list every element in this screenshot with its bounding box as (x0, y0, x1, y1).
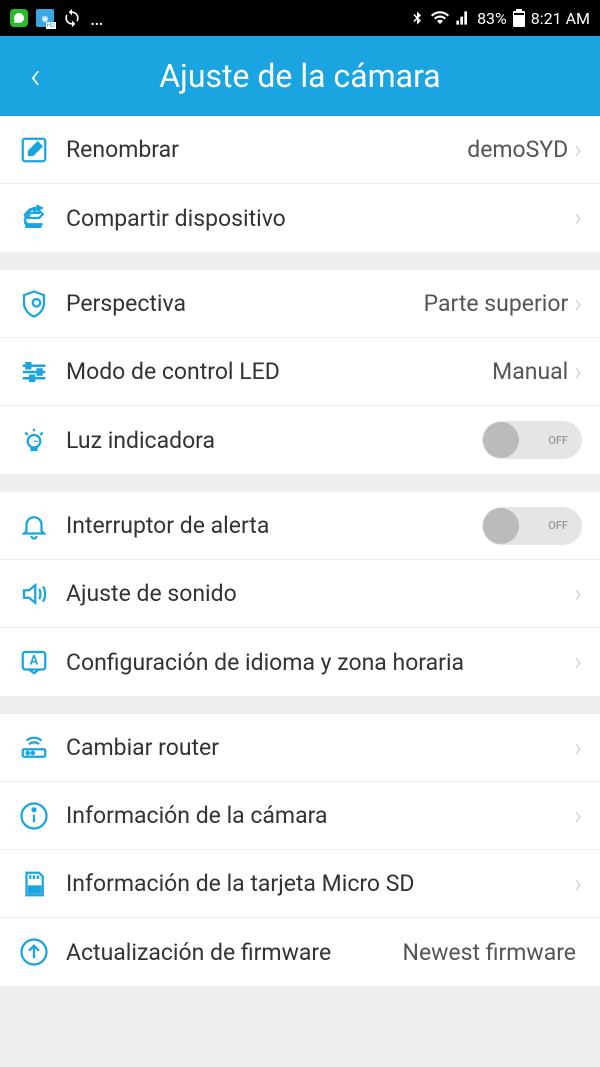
chevron-icon: › (574, 733, 582, 763)
sliders-icon (14, 352, 54, 392)
chevron-icon: › (574, 135, 582, 165)
indicator-toggle[interactable]: OFF (482, 421, 582, 459)
row-led-mode[interactable]: Modo de control LED Manual › (0, 338, 600, 406)
edit-icon (14, 130, 54, 170)
row-share[interactable]: Compartir dispositivo › (0, 184, 600, 252)
led-mode-value: Manual (492, 358, 568, 385)
toggle-knob (483, 508, 519, 544)
row-router[interactable]: Cambiar router › (0, 714, 600, 782)
bell-icon (14, 506, 54, 546)
row-camera-info[interactable]: Información de la cámara › (0, 782, 600, 850)
lightbulb-icon (14, 420, 54, 460)
signal-icon (455, 10, 471, 26)
led-mode-label: Modo de control LED (66, 358, 492, 385)
router-icon (14, 728, 54, 768)
alert-toggle[interactable]: OFF (482, 507, 582, 545)
wifi-icon (431, 9, 449, 27)
rename-label: Renombrar (66, 136, 467, 163)
perspective-label: Perspectiva (66, 290, 424, 317)
perspective-value: Parte superior (424, 290, 569, 317)
chevron-icon: › (574, 801, 582, 831)
sd-info-label: Información de la tarjeta Micro SD (66, 870, 574, 897)
indicator-label: Luz indicadora (66, 427, 482, 454)
toggle-knob (483, 422, 519, 458)
row-sd-info[interactable]: Información de la tarjeta Micro SD › (0, 850, 600, 918)
status-bar: ◉ … 83% 8:21 AM (0, 0, 600, 36)
firmware-value: Newest firmware (403, 939, 576, 966)
router-label: Cambiar router (66, 734, 574, 761)
row-language[interactable]: A Configuración de idioma y zona horaria… (0, 628, 600, 696)
sd-card-icon (14, 864, 54, 904)
language-label: Configuración de idioma y zona horaria (66, 649, 574, 676)
settings-list: Renombrar demoSYD › Compartir dispositiv… (0, 116, 600, 986)
whatsapp-icon (10, 9, 28, 27)
bluetooth-icon (409, 10, 425, 26)
chevron-icon: › (574, 869, 582, 899)
app-icon: ◉ (36, 9, 54, 27)
back-button[interactable]: ‹ (30, 55, 41, 97)
battery-percent: 83% (477, 9, 507, 28)
battery-icon (513, 9, 525, 27)
camera-info-label: Información de la cámara (66, 802, 574, 829)
more-icon: … (90, 6, 105, 30)
speaker-icon (14, 574, 54, 614)
row-sound[interactable]: Ajuste de sonido › (0, 560, 600, 628)
toggle-off-label: OFF (548, 434, 568, 447)
firmware-label: Actualización de firmware (66, 939, 403, 966)
sound-label: Ajuste de sonido (66, 580, 574, 607)
clock-time: 8:21 AM (531, 9, 590, 28)
share-icon (14, 198, 54, 238)
chevron-icon: › (574, 579, 582, 609)
status-right: 83% 8:21 AM (409, 9, 590, 28)
section-alerts: Interruptor de alerta OFF Ajuste de soni… (0, 492, 600, 696)
share-label: Compartir dispositivo (66, 205, 574, 232)
sync-icon (62, 8, 82, 28)
chevron-icon: › (574, 203, 582, 233)
row-alert-switch: Interruptor de alerta OFF (0, 492, 600, 560)
info-icon (14, 796, 54, 836)
header: ‹ Ajuste de la cámara (0, 36, 600, 116)
rename-value: demoSYD (467, 136, 568, 163)
language-icon: A (14, 642, 54, 682)
toggle-off-label: OFF (548, 519, 568, 532)
status-left: ◉ … (10, 6, 105, 30)
svg-text:A: A (30, 654, 39, 669)
section-display: Perspectiva Parte superior › Modo de con… (0, 270, 600, 474)
alert-label: Interruptor de alerta (66, 512, 482, 539)
row-firmware[interactable]: Actualización de firmware Newest firmwar… (0, 918, 600, 986)
row-indicator-light: Luz indicadora OFF (0, 406, 600, 474)
chevron-icon: › (574, 289, 582, 319)
upload-icon (14, 932, 54, 972)
section-system: Cambiar router › Información de la cámar… (0, 714, 600, 986)
chevron-icon: › (574, 357, 582, 387)
row-perspective[interactable]: Perspectiva Parte superior › (0, 270, 600, 338)
shield-icon (14, 284, 54, 324)
page-title: Ajuste de la cámara (20, 57, 580, 95)
chevron-icon: › (574, 647, 582, 677)
section-device: Renombrar demoSYD › Compartir dispositiv… (0, 116, 600, 252)
row-rename[interactable]: Renombrar demoSYD › (0, 116, 600, 184)
